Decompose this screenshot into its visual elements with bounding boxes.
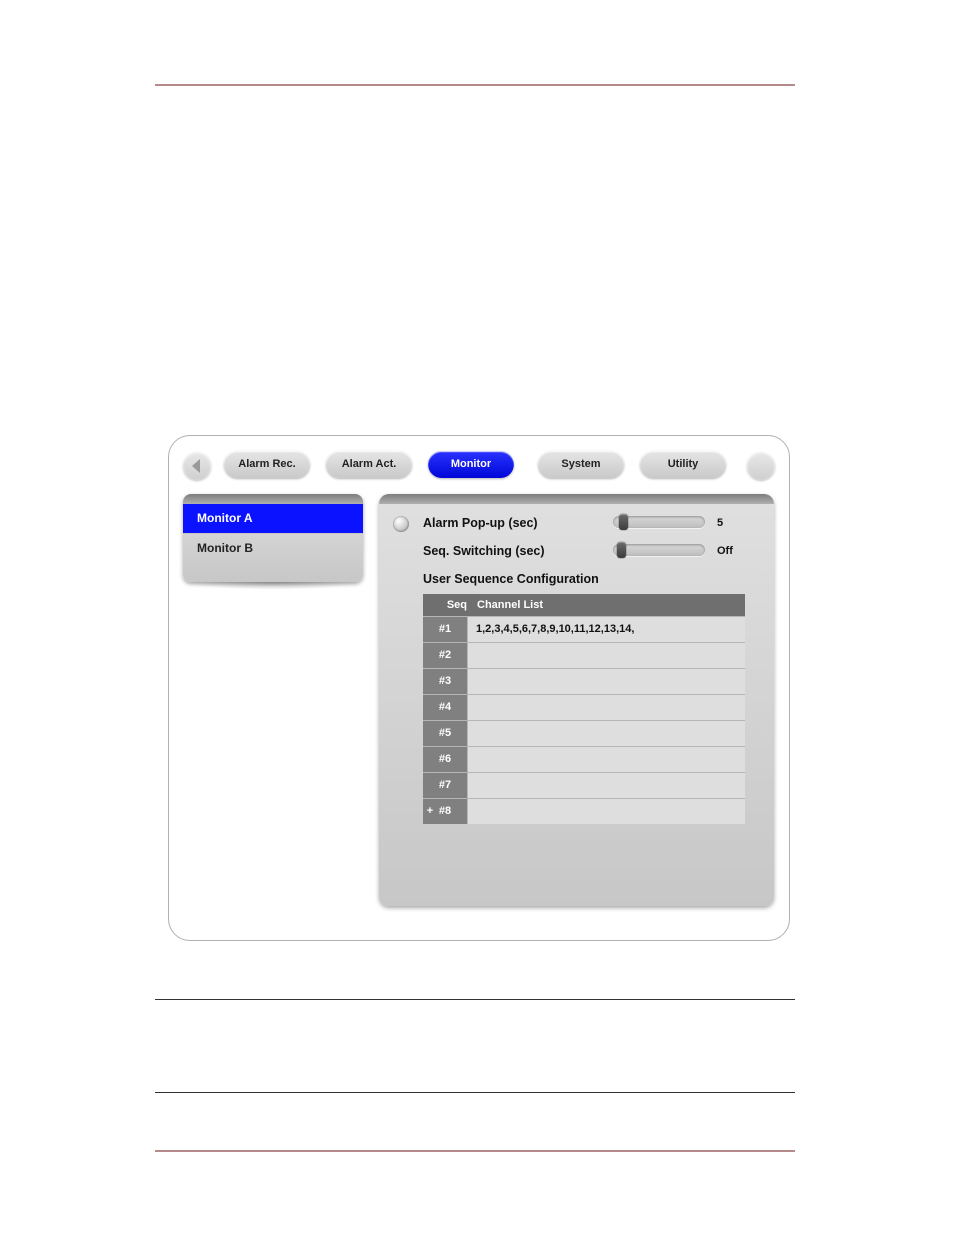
- seq-id: + #8: [423, 799, 467, 824]
- seq-channel-list[interactable]: [467, 799, 745, 824]
- seq-channel-list[interactable]: [467, 747, 745, 772]
- tab-utility[interactable]: Utility: [640, 451, 726, 478]
- page: Alarm Rec. Alarm Act. Monitor System Uti…: [0, 0, 954, 1235]
- tab-bar: Alarm Rec. Alarm Act. Monitor System Uti…: [169, 450, 789, 490]
- tab-system[interactable]: System: [538, 451, 624, 478]
- value-seq-switching: Off: [717, 545, 733, 557]
- table-row[interactable]: #1 1,2,3,4,5,6,7,8,9,10,11,12,13,14,: [423, 616, 745, 642]
- content-panel: Alarm Pop-up (sec) 5 Seq. Switching (sec…: [379, 494, 774, 906]
- sidebar-shadow: [183, 582, 363, 590]
- tab-alarm-act[interactable]: Alarm Act.: [326, 451, 412, 478]
- label-seq-switching: Seq. Switching (sec): [423, 544, 545, 558]
- tab-monitor[interactable]: Monitor: [428, 451, 514, 478]
- divider-bottom: [155, 1150, 795, 1152]
- seq-channel-list[interactable]: 1,2,3,4,5,6,7,8,9,10,11,12,13,14,: [467, 617, 745, 642]
- slider-thumb[interactable]: [617, 542, 626, 558]
- seq-id: #1: [423, 617, 467, 642]
- forward-button[interactable]: [747, 452, 775, 480]
- chevron-left-icon: [183, 452, 211, 480]
- seq-channel-list[interactable]: [467, 773, 745, 798]
- header-channel-list: Channel List: [473, 594, 745, 616]
- header-seq: Seq: [423, 594, 473, 616]
- user-sequence-table: Seq Channel List #1 1,2,3,4,5,6,7,8,9,10…: [423, 594, 745, 824]
- seq-id: #5: [423, 721, 467, 746]
- table-row[interactable]: #6: [423, 746, 745, 772]
- sidebar-item-monitor-a[interactable]: Monitor A: [183, 504, 363, 533]
- radio-indicator[interactable]: [393, 516, 409, 532]
- slider-seq-switching[interactable]: [613, 544, 705, 556]
- back-button[interactable]: [183, 452, 211, 480]
- expand-icon[interactable]: +: [425, 799, 435, 824]
- label-alarm-popup: Alarm Pop-up (sec): [423, 516, 538, 530]
- table-row[interactable]: #3: [423, 668, 745, 694]
- seq-id-label: #8: [439, 805, 451, 817]
- seq-id: #4: [423, 695, 467, 720]
- divider-top: [155, 84, 795, 86]
- sidebar-header-strip: [183, 494, 363, 504]
- seq-channel-list[interactable]: [467, 643, 745, 668]
- settings-screenshot: Alarm Rec. Alarm Act. Monitor System Uti…: [168, 435, 790, 941]
- seq-id: #2: [423, 643, 467, 668]
- sidebar: Monitor A Monitor B: [183, 494, 363, 582]
- slider-thumb[interactable]: [619, 514, 628, 530]
- seq-id: #3: [423, 669, 467, 694]
- label-user-seq-config: User Sequence Configuration: [423, 572, 599, 586]
- seq-id: #7: [423, 773, 467, 798]
- table-header: Seq Channel List: [423, 594, 745, 616]
- table-row[interactable]: #2: [423, 642, 745, 668]
- tab-alarm-rec[interactable]: Alarm Rec.: [224, 451, 310, 478]
- table-row[interactable]: + #8: [423, 798, 745, 824]
- note-box: [155, 999, 795, 1093]
- slider-alarm-popup[interactable]: [613, 516, 705, 528]
- table-row[interactable]: #7: [423, 772, 745, 798]
- seq-channel-list[interactable]: [467, 695, 745, 720]
- table-row[interactable]: #4: [423, 694, 745, 720]
- seq-id: #6: [423, 747, 467, 772]
- table-row[interactable]: #5: [423, 720, 745, 746]
- sidebar-item-monitor-b[interactable]: Monitor B: [183, 533, 363, 563]
- seq-channel-list[interactable]: [467, 721, 745, 746]
- seq-channel-list[interactable]: [467, 669, 745, 694]
- panel-header-strip: [379, 494, 774, 504]
- value-alarm-popup: 5: [717, 517, 723, 529]
